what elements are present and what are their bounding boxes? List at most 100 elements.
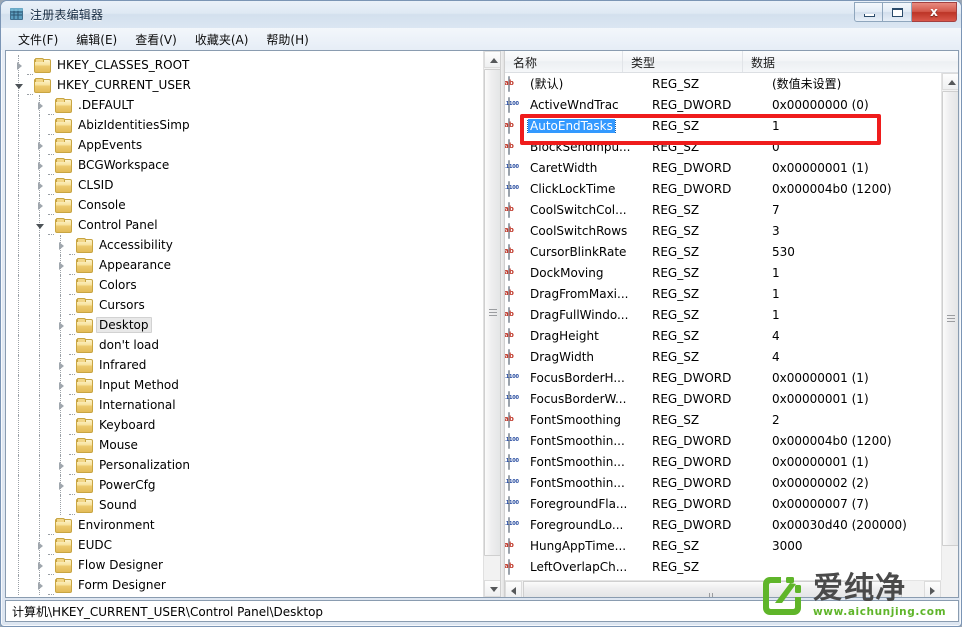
title-bar[interactable]: 注册表编辑器 x [1, 1, 961, 28]
expand-arrow-icon[interactable] [34, 179, 47, 192]
dword-value-icon: 011100 [508, 371, 526, 385]
expand-arrow-icon[interactable] [55, 379, 68, 392]
tree-vertical-scrollbar[interactable] [483, 51, 500, 597]
expand-arrow-icon[interactable] [34, 159, 47, 172]
column-header-data[interactable]: 数据 [743, 51, 958, 72]
maximize-button[interactable] [883, 2, 912, 22]
tree-item-control-panel[interactable]: Control Panel [6, 215, 500, 235]
tree-item-colors[interactable]: Colors [6, 275, 500, 295]
expand-arrow-icon[interactable] [55, 399, 68, 412]
registry-values-list[interactable]: 名称 类型 数据 ab(默认)REG_SZ(数值未设置)011100Active… [505, 51, 958, 597]
expand-arrow-icon[interactable] [13, 59, 26, 72]
list-vertical-scrollbar[interactable] [941, 73, 958, 580]
collapse-arrow-icon[interactable] [34, 219, 47, 232]
value-row[interactable]: abFontSmoothingREG_SZ2 [505, 409, 941, 430]
value-row[interactable]: abCoolSwitchCol...REG_SZ7 [505, 199, 941, 220]
tree-item-mouse[interactable]: Mouse [6, 435, 500, 455]
list-scroll-thumb[interactable] [942, 91, 958, 546]
list-scroll-up-icon[interactable] [942, 73, 958, 90]
tree-scroll-thumb[interactable] [484, 69, 500, 556]
expand-arrow-icon[interactable] [34, 99, 47, 112]
expand-arrow-icon[interactable] [34, 199, 47, 212]
tree-item-powercfg[interactable]: PowerCfg [6, 475, 500, 495]
value-row[interactable]: 011100FocusBorderH...REG_DWORD0x00000001… [505, 367, 941, 388]
value-row[interactable]: 011100ActiveWndTracREG_DWORD0x00000000 (… [505, 94, 941, 115]
folder-icon [55, 538, 71, 552]
expand-arrow-icon[interactable] [34, 559, 47, 572]
tree-item-infrared[interactable]: Infrared [6, 355, 500, 375]
tree-item-eudc[interactable]: EUDC [6, 535, 500, 555]
tree-item-hkey-classes-root[interactable]: HKEY_CLASSES_ROOT [6, 55, 500, 75]
tree-item-default[interactable]: .DEFAULT [6, 95, 500, 115]
tree-scroll-up-icon[interactable] [484, 51, 500, 68]
registry-key-tree[interactable]: HKEY_CLASSES_ROOTHKEY_CURRENT_USER.DEFAU… [6, 51, 500, 597]
value-row[interactable]: abDragHeightREG_SZ4 [505, 325, 941, 346]
expand-arrow-icon[interactable] [34, 539, 47, 552]
value-row[interactable]: abAutoEndTasksREG_SZ1 [505, 115, 941, 136]
value-name: CursorBlinkRate [526, 245, 644, 259]
expand-arrow-icon[interactable] [55, 319, 68, 332]
tree-guide-line [18, 235, 19, 255]
value-row[interactable]: 011100ForegroundFla...REG_DWORD0x0000000… [505, 493, 941, 514]
tree-item-label: Cursors [96, 297, 148, 313]
menu-favorites[interactable]: 收藏夹(A) [186, 29, 258, 50]
value-data: 530 [764, 245, 941, 259]
expand-arrow-icon[interactable] [55, 479, 68, 492]
close-button[interactable]: x [912, 2, 957, 22]
menu-file[interactable]: 文件(F) [9, 29, 67, 50]
minimize-button[interactable] [854, 2, 883, 22]
value-row[interactable]: abDragWidthREG_SZ4 [505, 346, 941, 367]
expand-arrow-icon[interactable] [34, 579, 47, 592]
tree-item-clsid[interactable]: CLSID [6, 175, 500, 195]
tree-item-don-t-load[interactable]: don't load [6, 335, 500, 355]
value-row[interactable]: abBlockSendInpu...REG_SZ0 [505, 136, 941, 157]
tree-item-personalization[interactable]: Personalization [6, 455, 500, 475]
tree-item-appevents[interactable]: AppEvents [6, 135, 500, 155]
menu-help[interactable]: 帮助(H) [257, 29, 317, 50]
list-scroll-left-icon[interactable] [505, 581, 522, 597]
window-controls: x [854, 2, 957, 22]
collapse-arrow-icon[interactable] [13, 79, 26, 92]
value-row[interactable]: 011100FontSmoothin...REG_DWORD0x00000002… [505, 472, 941, 493]
tree-item-keyboard[interactable]: Keyboard [6, 415, 500, 435]
tree-item-desktop[interactable]: Desktop [6, 315, 500, 335]
tree-item-international[interactable]: International [6, 395, 500, 415]
column-header-type[interactable]: 类型 [623, 51, 743, 72]
value-row[interactable]: abHungAppTime...REG_SZ3000 [505, 535, 941, 556]
folder-icon [55, 198, 71, 212]
value-name: FontSmoothin... [526, 434, 644, 448]
value-row[interactable]: abCoolSwitchRowsREG_SZ3 [505, 220, 941, 241]
value-row[interactable]: 011100ClickLockTimeREG_DWORD0x000004b0 (… [505, 178, 941, 199]
tree-item-bcgworkspace[interactable]: BCGWorkspace [6, 155, 500, 175]
expand-arrow-icon[interactable] [34, 139, 47, 152]
expand-arrow-icon[interactable] [55, 359, 68, 372]
value-row[interactable]: 011100FocusBorderW...REG_DWORD0x00000001… [505, 388, 941, 409]
tree-item-sound[interactable]: Sound [6, 495, 500, 515]
value-row[interactable]: 011100ForegroundLo...REG_DWORD0x00030d40… [505, 514, 941, 535]
value-row[interactable]: 011100CaretWidthREG_DWORD0x00000001 (1) [505, 157, 941, 178]
expand-arrow-icon[interactable] [55, 259, 68, 272]
tree-item-environment[interactable]: Environment [6, 515, 500, 535]
expand-arrow-icon[interactable] [55, 239, 68, 252]
menu-edit[interactable]: 编辑(E) [67, 29, 126, 50]
tree-item-console[interactable]: Console [6, 195, 500, 215]
tree-item-accessibility[interactable]: Accessibility [6, 235, 500, 255]
expand-arrow-icon[interactable] [55, 459, 68, 472]
value-row[interactable]: abDragFromMaxi...REG_SZ1 [505, 283, 941, 304]
tree-item-flow-designer[interactable]: Flow Designer [6, 555, 500, 575]
value-row[interactable]: abCursorBlinkRateREG_SZ530 [505, 241, 941, 262]
tree-item-input-method[interactable]: Input Method [6, 375, 500, 395]
value-row[interactable]: ab(默认)REG_SZ(数值未设置) [505, 73, 941, 94]
value-row[interactable]: 011100FontSmoothin...REG_DWORD0x000004b0… [505, 430, 941, 451]
column-header-name[interactable]: 名称 [505, 51, 623, 72]
tree-item-appearance[interactable]: Appearance [6, 255, 500, 275]
menu-view[interactable]: 查看(V) [126, 29, 186, 50]
value-row[interactable]: abDragFullWindo...REG_SZ1 [505, 304, 941, 325]
tree-item-abizidentitiessimp[interactable]: AbizIdentitiesSimp [6, 115, 500, 135]
tree-scroll-down-icon[interactable] [484, 580, 500, 597]
tree-item-form-designer[interactable]: Form Designer [6, 575, 500, 595]
tree-item-hkey-current-user[interactable]: HKEY_CURRENT_USER [6, 75, 500, 95]
tree-item-cursors[interactable]: Cursors [6, 295, 500, 315]
value-row[interactable]: 011100FontSmoothin...REG_DWORD0x00000001… [505, 451, 941, 472]
value-row[interactable]: abDockMovingREG_SZ1 [505, 262, 941, 283]
